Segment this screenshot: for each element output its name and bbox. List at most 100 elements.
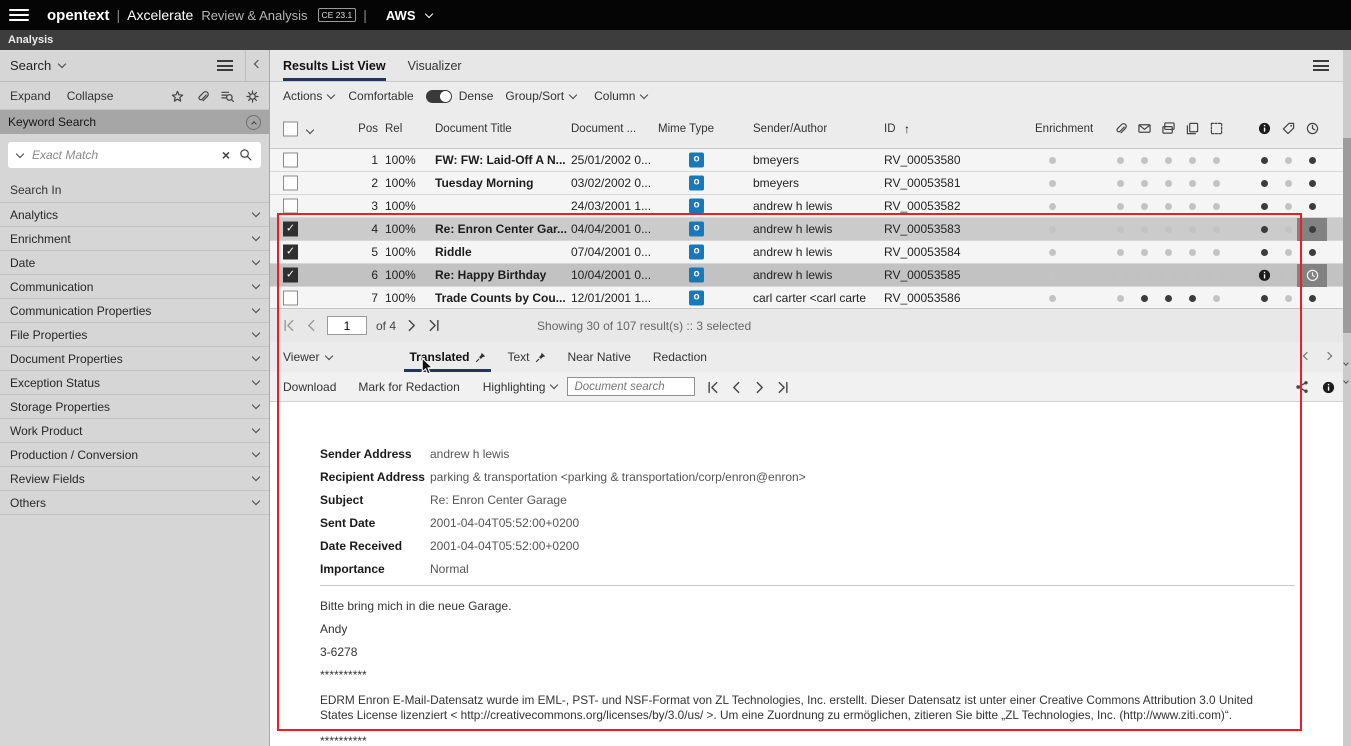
- header-chevron-down-icon[interactable]: [305, 120, 315, 138]
- document-search-input[interactable]: [567, 377, 696, 396]
- environment-selector[interactable]: AWS: [386, 8, 416, 23]
- tab-analysis[interactable]: Analysis: [8, 34, 53, 46]
- sort-ascending-icon[interactable]: ↑: [904, 122, 910, 136]
- scrollbar-thumb[interactable]: [1343, 138, 1351, 333]
- search-panel-chevron-down-icon[interactable]: [57, 59, 67, 69]
- col-document-title[interactable]: Document Title: [435, 123, 512, 135]
- select-all-checkbox[interactable]: [283, 121, 298, 137]
- tab-visualizer[interactable]: Visualizer: [408, 50, 462, 81]
- viewer-next-icon[interactable]: [1323, 351, 1333, 360]
- clear-search-icon[interactable]: ×: [222, 148, 230, 162]
- table-row[interactable]: ✓ 4 100% Re: Enron Center Gar... 04/04/2001 …: [270, 218, 1343, 241]
- viewer-dropdown[interactable]: Viewer: [283, 350, 334, 364]
- row-checkbox[interactable]: ✓: [283, 221, 298, 237]
- first-page-button[interactable]: [283, 319, 296, 332]
- col-history-icon[interactable]: [1306, 120, 1319, 138]
- main-menu-icon[interactable]: [9, 9, 29, 21]
- vertical-scrollbar[interactable]: [1343, 50, 1351, 746]
- row-checkbox[interactable]: [283, 152, 298, 168]
- row-title[interactable]: FW: FW: Laid-Off A N...: [435, 153, 569, 167]
- group-sort-dropdown[interactable]: Group/Sort: [505, 89, 578, 103]
- sidebar-menu-icon[interactable]: [217, 60, 233, 71]
- viewer-tab-redaction[interactable]: Redaction: [642, 342, 718, 372]
- attachment-icon[interactable]: [196, 88, 209, 102]
- table-row[interactable]: 7 100% Trade Counts by Cou... 12/01/2001 1.…: [270, 287, 1343, 308]
- scroll-chevron-down-icon[interactable]: [1343, 352, 1349, 370]
- col-duplicates-icon[interactable]: [1162, 120, 1175, 138]
- viewer-tab-text[interactable]: Text: [497, 342, 557, 372]
- sidebar-item-file-properties[interactable]: File Properties: [0, 323, 269, 347]
- last-page-button[interactable]: [427, 319, 440, 332]
- sidebar-item-analytics[interactable]: Analytics: [0, 203, 269, 227]
- mark-for-redaction-button[interactable]: Mark for Redaction: [358, 380, 459, 394]
- results-options-menu-icon[interactable]: [1313, 60, 1329, 71]
- table-row[interactable]: ✓ 6 100% Re: Happy Birthday 10/04/2001 0... o…: [270, 264, 1343, 287]
- sidebar-item-communication-properties[interactable]: Communication Properties: [0, 299, 269, 323]
- tab-results-list-view[interactable]: Results List View: [283, 50, 386, 81]
- col-enrichment[interactable]: Enrichment: [1035, 123, 1093, 135]
- row-title[interactable]: Trade Counts by Cou...: [435, 291, 569, 305]
- row-title[interactable]: Re: Enron Center Gar...: [435, 222, 569, 236]
- sidebar-item-storage-properties[interactable]: Storage Properties: [0, 395, 269, 419]
- col-tag-icon[interactable]: [1282, 120, 1295, 138]
- viewer-prev-icon[interactable]: [1302, 351, 1312, 360]
- previous-hit-button[interactable]: [730, 379, 743, 393]
- previous-page-button[interactable]: [305, 319, 318, 332]
- last-hit-button[interactable]: [776, 379, 789, 393]
- favorite-star-icon[interactable]: [171, 88, 184, 102]
- environment-chevron-down-icon[interactable]: [424, 9, 433, 18]
- row-title[interactable]: Tuesday Morning: [435, 176, 569, 190]
- search-within-results-icon[interactable]: [221, 88, 234, 102]
- col-document-date[interactable]: Document ...: [571, 123, 636, 135]
- row-checkbox[interactable]: ✓: [283, 267, 298, 283]
- actions-dropdown[interactable]: Actions: [283, 89, 336, 103]
- search-panel-title[interactable]: Search: [10, 58, 51, 73]
- document-info-icon[interactable]: [1322, 379, 1335, 393]
- column-dropdown[interactable]: Column: [594, 89, 649, 103]
- pin-icon[interactable]: [535, 350, 546, 364]
- row-title[interactable]: Riddle: [435, 245, 569, 259]
- col-attachment-icon[interactable]: [1114, 120, 1127, 138]
- keyword-search-section-header[interactable]: Keyword Search: [0, 110, 269, 134]
- sidebar-item-others[interactable]: Others: [0, 491, 269, 515]
- row-title[interactable]: Re: Happy Birthday: [435, 268, 569, 282]
- col-selection-box-icon[interactable]: [1210, 120, 1223, 138]
- col-rel[interactable]: Rel: [385, 123, 402, 135]
- sidebar-item-production-conversion[interactable]: Production / Conversion: [0, 443, 269, 467]
- col-mail-thread-icon[interactable]: [1138, 120, 1151, 138]
- viewer-tab-translated[interactable]: Translated: [398, 342, 496, 372]
- search-type-chevron-down-icon[interactable]: [15, 149, 25, 158]
- col-copy-icon[interactable]: [1186, 120, 1199, 138]
- sidebar-item-communication[interactable]: Communication: [0, 275, 269, 299]
- col-sender-author[interactable]: Sender/Author: [753, 123, 827, 135]
- density-toggle[interactable]: [425, 89, 452, 103]
- row-checkbox[interactable]: [283, 290, 298, 306]
- sidebar-item-date[interactable]: Date: [0, 251, 269, 275]
- expand-button[interactable]: Expand: [10, 89, 51, 103]
- table-row[interactable]: 3 100% 24/03/2001 1... o andrew h lewis RV_00…: [270, 195, 1343, 218]
- table-row[interactable]: 2 100% Tuesday Morning 03/02/2002 0... o bmey…: [270, 172, 1343, 195]
- collapse-sidebar-button[interactable]: [245, 49, 269, 82]
- col-pos[interactable]: Pos: [331, 123, 378, 135]
- scroll-chevron-down-icon[interactable]: [1343, 370, 1349, 388]
- col-mime-type[interactable]: Mime Type: [658, 123, 714, 135]
- collapse-button[interactable]: Collapse: [67, 89, 114, 103]
- info-icon[interactable]: [1258, 268, 1271, 282]
- row-checkbox[interactable]: [283, 175, 298, 191]
- next-page-button[interactable]: [405, 319, 418, 332]
- sidebar-item-document-properties[interactable]: Document Properties: [0, 347, 269, 371]
- row-checkbox[interactable]: [283, 198, 298, 214]
- sidebar-item-review-fields[interactable]: Review Fields: [0, 467, 269, 491]
- download-button[interactable]: Download: [283, 380, 336, 394]
- share-icon[interactable]: [1295, 379, 1309, 394]
- next-hit-button[interactable]: [753, 379, 766, 393]
- keyword-search-input[interactable]: [32, 148, 213, 162]
- table-row[interactable]: 1 100% FW: FW: Laid-Off A N... 25/01/2002 0…: [270, 149, 1343, 172]
- first-hit-button[interactable]: [707, 379, 720, 393]
- col-info-icon[interactable]: [1258, 120, 1271, 138]
- pin-icon[interactable]: [475, 350, 486, 364]
- highlighting-dropdown[interactable]: Highlighting: [483, 380, 559, 394]
- page-number-input[interactable]: [327, 316, 367, 335]
- collapse-section-icon[interactable]: [246, 114, 261, 130]
- search-icon[interactable]: [239, 146, 252, 164]
